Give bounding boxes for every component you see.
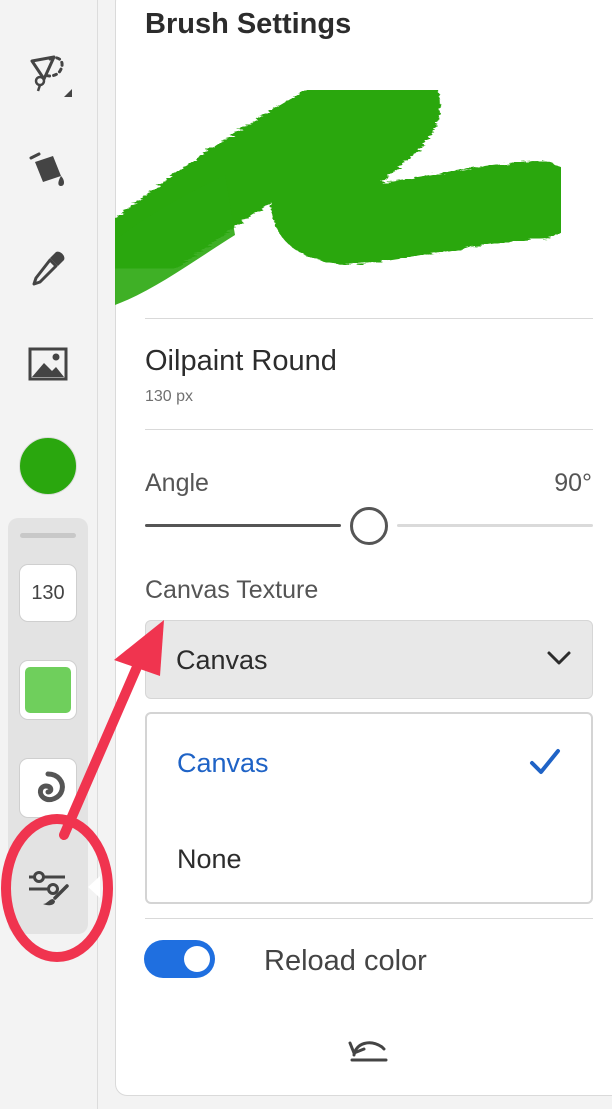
- opacity-swatch: [25, 667, 71, 713]
- image-icon[interactable]: [18, 334, 78, 394]
- canvas-texture-label: Canvas Texture: [145, 576, 319, 604]
- divider: [145, 429, 593, 430]
- left-toolbar: 130: [0, 0, 100, 1109]
- angle-slider-track-filled[interactable]: [145, 524, 341, 527]
- drag-handle[interactable]: [20, 533, 76, 538]
- dropdown-selected-value: Canvas: [176, 645, 268, 675]
- divider: [145, 918, 593, 919]
- reload-color-label: Reload color: [264, 945, 427, 977]
- toggle-knob: [184, 946, 210, 972]
- angle-value: 90°: [554, 469, 592, 497]
- brush-stroke-preview: [115, 60, 579, 305]
- brush-settings-icon[interactable]: [18, 858, 78, 918]
- brush-opacity-chip[interactable]: [19, 660, 77, 720]
- checkmark-icon: [530, 749, 560, 774]
- canvas-texture-dropdown[interactable]: Canvas: [145, 620, 593, 699]
- swirl-icon: [37, 771, 65, 803]
- brush-name: Oilpaint Round: [145, 345, 337, 377]
- angle-slider-track[interactable]: [397, 524, 593, 527]
- lasso-selection-icon[interactable]: [18, 44, 78, 104]
- brush-size-chip-value: 130: [31, 581, 65, 604]
- current-color-swatch[interactable]: [19, 437, 77, 495]
- chevron-down-icon: [547, 651, 571, 665]
- eyedropper-icon[interactable]: [18, 238, 78, 298]
- reload-color-toggle[interactable]: [144, 940, 215, 978]
- panel-pointer: [88, 876, 100, 898]
- paint-bucket-icon[interactable]: [18, 141, 78, 201]
- angle-label: Angle: [145, 469, 209, 497]
- menu-item-none[interactable]: None: [177, 844, 242, 875]
- menu-item-canvas[interactable]: Canvas: [177, 748, 269, 779]
- angle-slider-thumb[interactable]: [350, 507, 388, 545]
- panel-title: Brush Settings: [145, 8, 352, 40]
- reset-icon[interactable]: [348, 1033, 390, 1063]
- canvas-texture-menu: Canvas None: [145, 712, 593, 904]
- brush-flow-chip[interactable]: [19, 758, 77, 818]
- brush-size-label: 130 px: [145, 388, 194, 405]
- brush-size-chip[interactable]: 130: [19, 564, 77, 622]
- divider: [145, 318, 593, 319]
